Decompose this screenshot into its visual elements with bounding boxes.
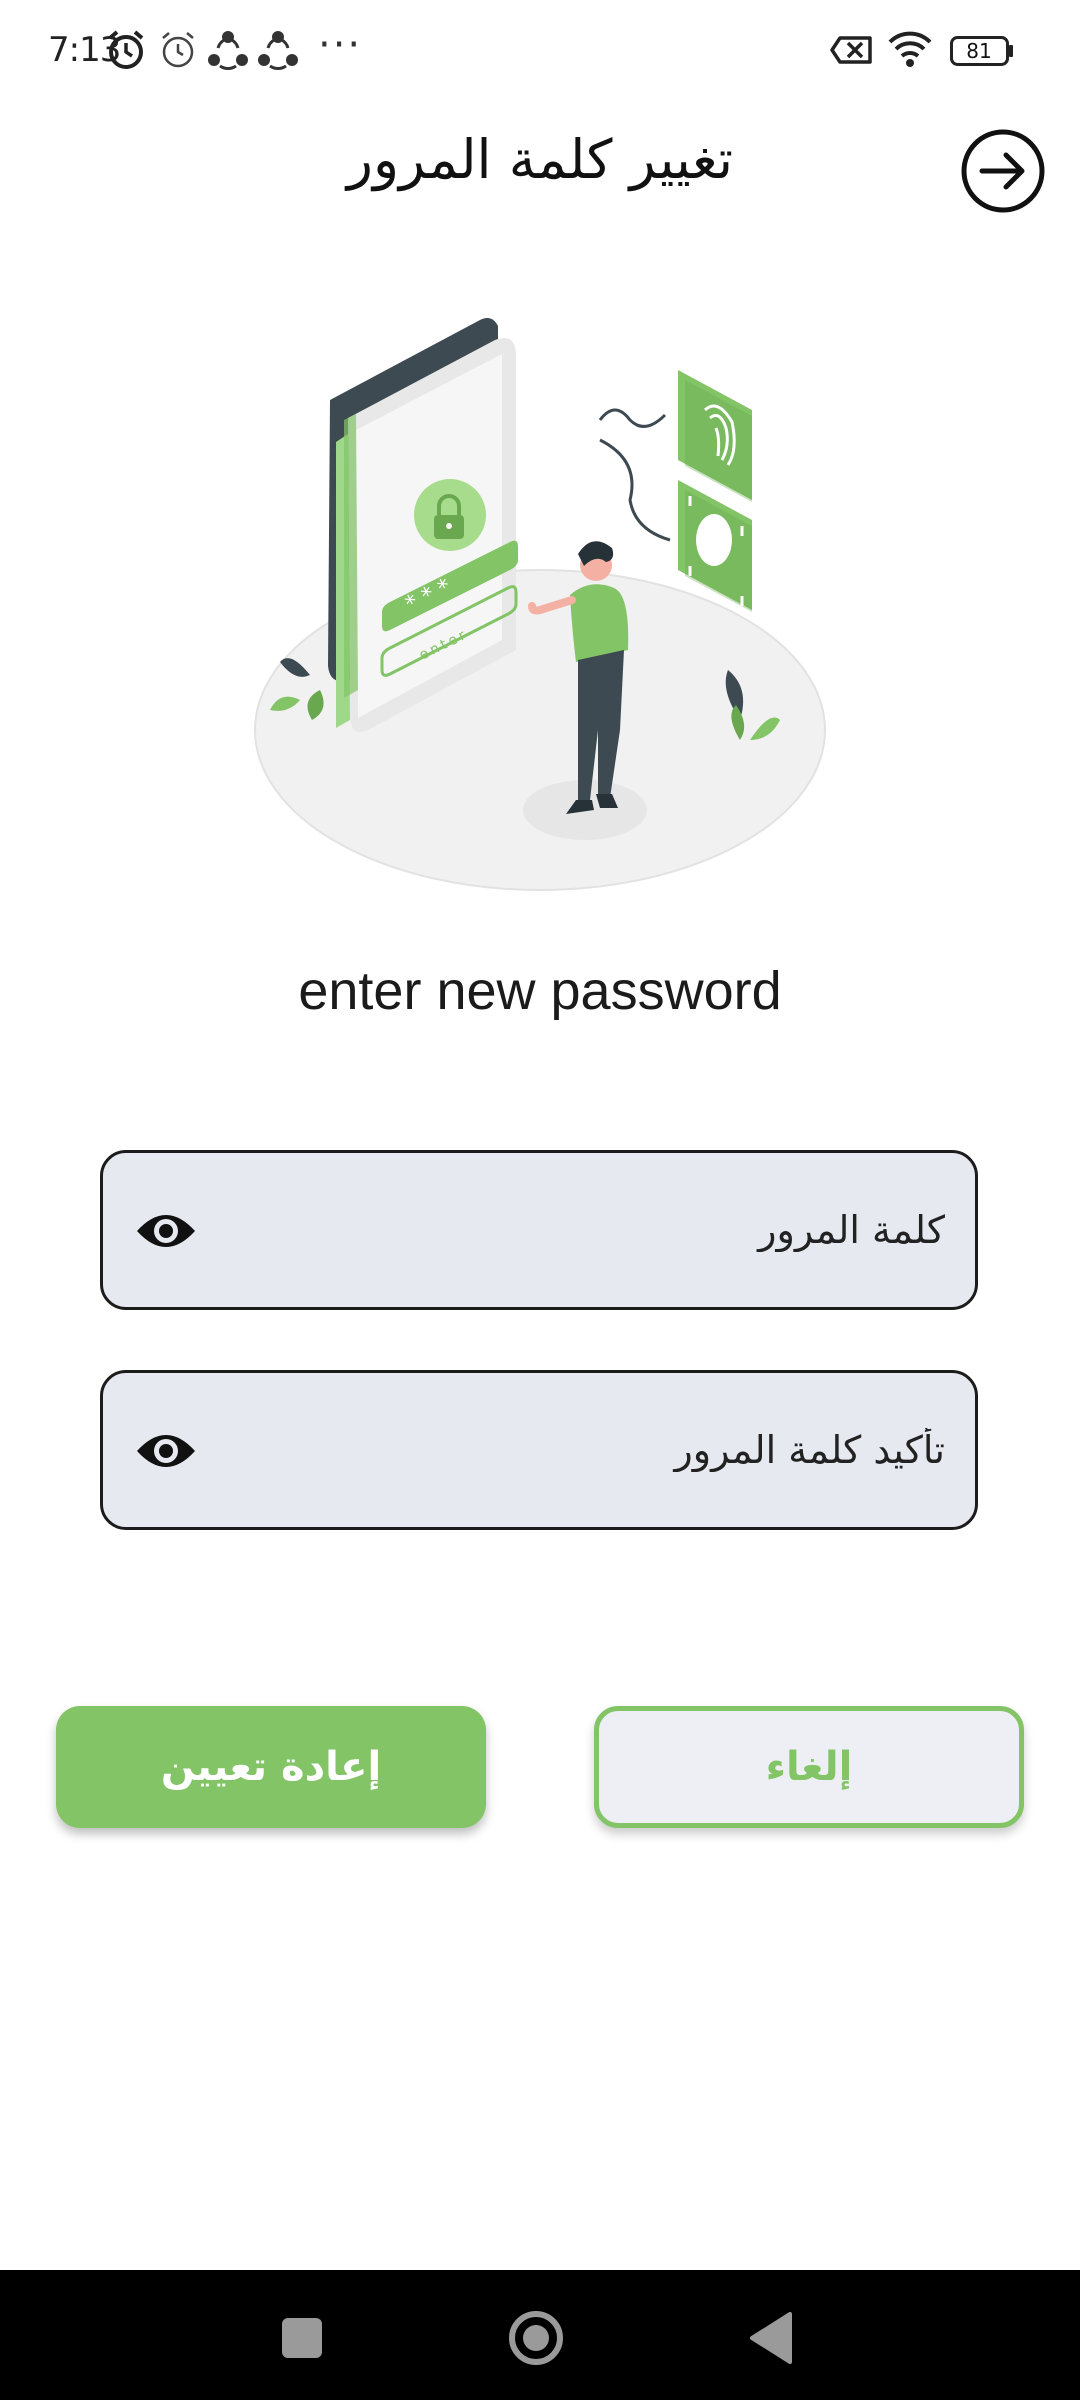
battery-icon: 81: [950, 36, 1014, 66]
share-icon: [258, 31, 298, 71]
page-title: تغيير كلمة المرور: [346, 128, 734, 191]
password-field[interactable]: [100, 1150, 978, 1310]
confirm-password-field[interactable]: [100, 1370, 978, 1530]
back-triangle-icon[interactable]: [732, 2298, 812, 2378]
reset-button[interactable]: إعادة تعيين: [56, 1706, 486, 1828]
battery-level: 81: [966, 39, 992, 63]
screen: 7:13 ··· 81 تغيير كلمة المرور * * * ente…: [0, 0, 1080, 2400]
confirm-password-input[interactable]: [233, 1373, 953, 1527]
status-bar: 7:13 ··· 81: [0, 0, 1080, 100]
recents-square-icon[interactable]: [262, 2298, 342, 2378]
security-illustration: * * * enter: [254, 318, 826, 891]
subtitle: enter new password: [298, 961, 782, 1021]
alarm-icon: [108, 30, 144, 69]
home-circle-icon[interactable]: [496, 2298, 576, 2378]
system-nav-bar: [0, 2270, 1080, 2400]
wifi-icon: [888, 31, 932, 67]
password-input[interactable]: [233, 1153, 953, 1307]
more-dots-icon: ···: [318, 22, 363, 68]
alarm-outline-icon: [162, 32, 194, 68]
arrow-right-circle-icon[interactable]: [960, 128, 1046, 214]
sim-off-icon: [830, 36, 872, 64]
eye-icon[interactable]: [133, 1201, 199, 1261]
cancel-button[interactable]: إلغاء: [594, 1706, 1024, 1828]
share-icon: [208, 31, 248, 71]
eye-icon[interactable]: [133, 1421, 199, 1481]
